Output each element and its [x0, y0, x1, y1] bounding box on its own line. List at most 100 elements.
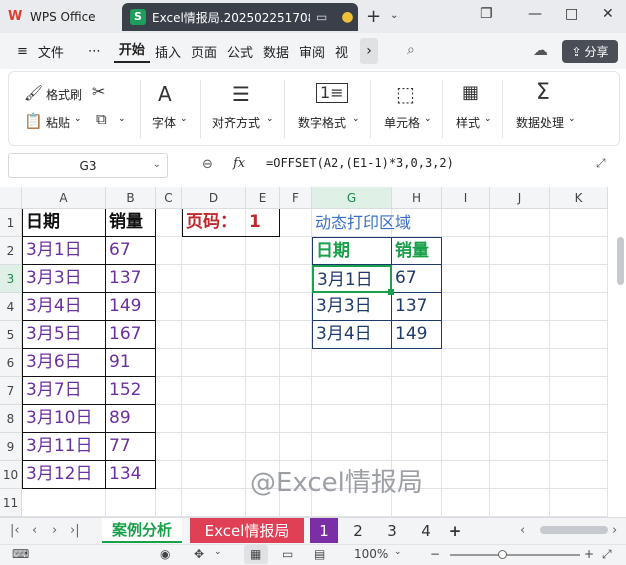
search-icon[interactable]: ⌕: [407, 42, 415, 58]
source-sales-cell[interactable]: 137: [106, 265, 156, 293]
sheet-tab-2[interactable]: 2: [344, 518, 372, 543]
vertical-scrollbar[interactable]: [617, 237, 624, 285]
grid-cell[interactable]: [280, 237, 312, 265]
grid-cell[interactable]: [442, 349, 490, 377]
source-date-cell[interactable]: 3月5日: [22, 321, 106, 349]
copy-icon[interactable]: ⧉: [96, 110, 107, 128]
grid-cell[interactable]: [490, 209, 550, 237]
number-format-icon[interactable]: 1≡: [316, 83, 348, 103]
sheet-tab-3[interactable]: 3: [378, 518, 406, 543]
grid-cell[interactable]: [156, 377, 182, 405]
header-date-cell[interactable]: 日期: [22, 209, 106, 237]
dynamic-area-title[interactable]: 动态打印区域: [312, 209, 411, 237]
grid-cell[interactable]: [182, 349, 246, 377]
cross-view-icon[interactable]: ✥: [194, 547, 204, 561]
grid-cell[interactable]: [182, 377, 246, 405]
print-header-date[interactable]: 日期: [312, 237, 392, 265]
page-value-cell[interactable]: 1: [246, 209, 280, 237]
source-date-cell[interactable]: 3月3日: [22, 265, 106, 293]
grid-cell[interactable]: [246, 237, 280, 265]
grid-cell[interactable]: [246, 293, 280, 321]
cut-icon[interactable]: ✂: [92, 82, 105, 101]
monitor-icon[interactable]: ▭: [316, 10, 327, 24]
zoom-level[interactable]: 100%: [354, 547, 388, 561]
eye-protection-icon[interactable]: ◉: [160, 547, 170, 561]
grid-cell[interactable]: [312, 433, 392, 461]
grid-cell[interactable]: [156, 293, 182, 321]
grid-cell[interactable]: [182, 237, 246, 265]
source-sales-cell[interactable]: 89: [106, 405, 156, 433]
grid-cell[interactable]: [246, 265, 280, 293]
row-header-3[interactable]: 3: [0, 265, 22, 293]
grid-cell[interactable]: [280, 349, 312, 377]
maximize-icon[interactable]: □: [565, 6, 578, 22]
grid-cell[interactable]: [490, 461, 550, 489]
grid-cell[interactable]: [550, 265, 608, 293]
styles-icon[interactable]: ▦: [462, 82, 479, 103]
row-header-2[interactable]: 2: [0, 237, 22, 265]
source-date-cell[interactable]: 3月6日: [22, 349, 106, 377]
first-sheet-icon[interactable]: |‹: [10, 523, 20, 538]
grid-cell[interactable]: [442, 321, 490, 349]
menu-page[interactable]: 页面: [186, 42, 222, 61]
menu-home[interactable]: 开始: [113, 39, 150, 63]
font-icon[interactable]: A: [158, 82, 172, 106]
restore-tabs-icon[interactable]: ❐: [480, 6, 493, 22]
chevron-down-icon[interactable]: ⌄: [484, 114, 492, 124]
source-sales-cell[interactable]: 152: [106, 377, 156, 405]
grid-cell[interactable]: [156, 321, 182, 349]
grid-cell[interactable]: [490, 265, 550, 293]
print-date-cell[interactable]: 3月4日: [312, 321, 392, 349]
page-break-view-icon[interactable]: ▤: [314, 547, 325, 561]
grid-cell[interactable]: [22, 489, 106, 517]
cells-label[interactable]: 单元格: [384, 114, 420, 131]
grid-cell[interactable]: [182, 433, 246, 461]
menu-scroll-right-icon[interactable]: ›: [360, 38, 378, 64]
grid-cell[interactable]: [550, 349, 608, 377]
row-header-7[interactable]: 7: [0, 377, 22, 405]
source-sales-cell[interactable]: 134: [106, 461, 156, 489]
chevron-down-icon[interactable]: ⌄: [568, 114, 576, 124]
page-label-cell[interactable]: 页码：: [182, 209, 246, 237]
grid-cell[interactable]: [442, 461, 490, 489]
zoom-search-icon[interactable]: ⊖: [202, 157, 213, 172]
column-header-c[interactable]: C: [156, 187, 182, 209]
zoom-out-icon[interactable]: −: [430, 547, 440, 561]
add-sheet-button[interactable]: +: [444, 518, 466, 543]
grid-cell[interactable]: [490, 489, 550, 517]
new-tab-plus-icon[interactable]: +: [366, 6, 381, 27]
chevron-down-icon[interactable]: ⌄: [266, 114, 274, 124]
row-header-9[interactable]: 9: [0, 433, 22, 461]
print-header-sales[interactable]: 销量: [392, 237, 442, 265]
prev-sheet-icon[interactable]: ‹: [32, 523, 37, 538]
grid-cell[interactable]: [442, 293, 490, 321]
align-label[interactable]: 对齐方式: [212, 114, 260, 131]
hamburger-menu-icon[interactable]: ≡: [12, 44, 33, 59]
grid-cell[interactable]: [280, 405, 312, 433]
menu-data[interactable]: 数据: [258, 42, 294, 61]
sheet-tab-4[interactable]: 4: [412, 518, 440, 543]
align-icon[interactable]: ☰: [232, 82, 250, 106]
share-button[interactable]: ⇪ 分享: [562, 40, 618, 63]
grid-cell[interactable]: [106, 489, 156, 517]
column-header-a[interactable]: A: [22, 187, 106, 209]
zoom-slider-thumb[interactable]: [498, 550, 507, 559]
data-processing-label[interactable]: 数据处理: [516, 114, 564, 131]
grid-cell[interactable]: [280, 265, 312, 293]
grid-cell[interactable]: [490, 405, 550, 433]
close-icon[interactable]: ✕: [602, 6, 614, 22]
format-painter-icon[interactable]: 🖌: [24, 84, 43, 102]
grid-cell[interactable]: [246, 321, 280, 349]
grid-cell[interactable]: [550, 237, 608, 265]
font-label[interactable]: 字体: [152, 114, 176, 131]
grid-cell[interactable]: [550, 433, 608, 461]
source-date-cell[interactable]: 3月11日: [22, 433, 106, 461]
grid-cell[interactable]: [246, 405, 280, 433]
grid-cell[interactable]: [442, 433, 490, 461]
chevron-down-icon[interactable]: ⌄: [118, 114, 126, 124]
chevron-down-icon[interactable]: ⌄: [214, 547, 222, 557]
paste-icon[interactable]: 📋: [24, 112, 43, 130]
grid-cell[interactable]: [550, 461, 608, 489]
row-header-8[interactable]: 8: [0, 405, 22, 433]
grid-cell[interactable]: [156, 489, 182, 517]
